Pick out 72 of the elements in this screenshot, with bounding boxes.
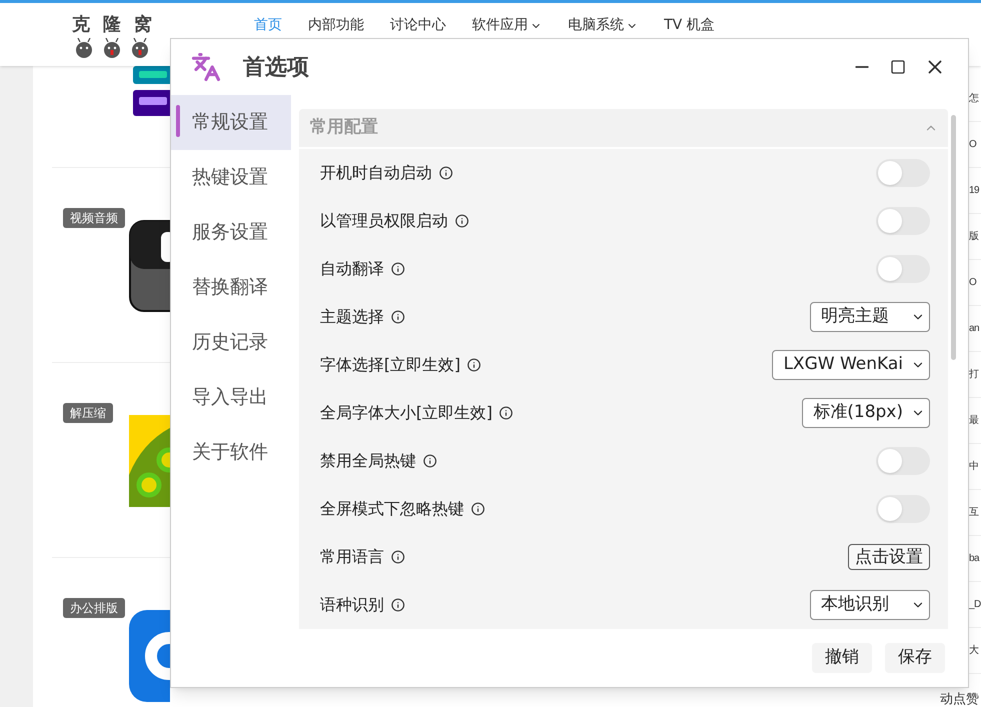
settings-tab[interactable]: 常规设置 (171, 95, 291, 150)
list-text[interactable]: 最 (969, 413, 978, 428)
setting-label: 字体选择[立即生效] (320, 354, 460, 376)
settings-tab[interactable]: 热键设置 (171, 150, 291, 205)
info-icon[interactable] (423, 454, 437, 468)
select-dropdown[interactable]: 明亮主题 (810, 302, 930, 332)
setting-label: 自动翻译 (320, 258, 384, 280)
nav-link[interactable]: TV 机盒 (664, 15, 715, 36)
settings-tab[interactable]: 导入导出 (171, 370, 291, 425)
info-icon[interactable] (391, 310, 405, 324)
list-text[interactable]: O (969, 275, 976, 290)
settings-tab[interactable]: 关于软件 (171, 425, 291, 480)
setting-label: 以管理员权限启动 (320, 210, 448, 232)
list-text[interactable]: 19 (969, 183, 980, 198)
info-icon[interactable] (455, 214, 469, 228)
dialog-button[interactable]: 保存 (885, 643, 945, 673)
list-text[interactable]: 中 (969, 459, 978, 474)
select-dropdown[interactable]: LXGW WenKai (772, 350, 930, 380)
toggle-switch[interactable] (876, 159, 930, 187)
nav-link[interactable]: 软件应用 (472, 15, 542, 36)
setting-label: 全局字体大小[立即生效] (320, 402, 492, 424)
dialog-button[interactable]: 撤销 (812, 643, 872, 673)
list-text: 动点赞 (940, 691, 979, 707)
window-title: 首选项 (243, 54, 309, 82)
setting-label: 开机时自动启动 (320, 162, 432, 184)
nav-link[interactable]: 讨论中心 (390, 15, 446, 36)
setting-label: 语种识别 (320, 594, 384, 616)
maximize-icon[interactable] (890, 59, 906, 75)
list-text[interactable]: 怎 (969, 91, 978, 106)
settings-tab[interactable]: 历史记录 (171, 315, 291, 370)
setting-label: 常用语言 (320, 546, 384, 568)
select-dropdown[interactable]: 标准(18px) (802, 398, 930, 428)
info-icon[interactable] (391, 262, 405, 276)
settings-button[interactable]: 点击设置 (848, 544, 930, 570)
ant-icon (73, 38, 95, 58)
scrollbar[interactable] (951, 115, 956, 360)
category-tag[interactable]: 视频音频 (63, 208, 125, 228)
list-text[interactable]: an (969, 321, 980, 336)
list-text[interactable]: O (969, 137, 976, 152)
ant-icon (129, 38, 151, 58)
info-icon[interactable] (471, 502, 485, 516)
setting-label: 禁用全局热键 (320, 450, 416, 472)
list-text[interactable]: 打 (969, 367, 978, 382)
info-icon[interactable] (499, 406, 514, 420)
list-text[interactable]: 大 (969, 643, 978, 658)
setting-label: 全屏模式下忽略热键 (320, 498, 464, 520)
setting-label: 主题选择 (320, 306, 384, 328)
nav-link[interactable]: 内部功能 (308, 15, 364, 36)
info-icon[interactable] (467, 358, 482, 372)
app-icon (129, 415, 170, 507)
ant-icon (101, 38, 123, 58)
info-icon[interactable] (391, 598, 405, 612)
info-icon[interactable] (391, 550, 405, 564)
toggle-switch[interactable] (876, 255, 930, 283)
select-dropdown[interactable]: 本地识别 (810, 590, 930, 620)
logo-text: 隆 (103, 13, 121, 37)
toggle-switch[interactable] (876, 447, 930, 475)
list-text[interactable]: _D (969, 597, 981, 612)
info-icon[interactable] (439, 166, 453, 180)
list-text[interactable]: 版 (969, 229, 978, 244)
category-tag[interactable]: 解压缩 (63, 403, 113, 423)
toggle-switch[interactable] (876, 207, 930, 235)
list-text[interactable]: 互 (969, 505, 978, 520)
logo-text: 克 (72, 13, 90, 37)
list-text[interactable]: ba (969, 551, 980, 566)
translate-icon (191, 52, 221, 82)
category-tag[interactable]: 办公排版 (63, 598, 125, 618)
logo-text: 窝 (134, 13, 152, 37)
settings-tab[interactable]: 替换翻译 (171, 260, 291, 315)
settings-tab[interactable]: 服务设置 (171, 205, 291, 260)
nav-link[interactable]: 电脑系统 (568, 15, 638, 36)
toggle-switch[interactable] (876, 495, 930, 523)
